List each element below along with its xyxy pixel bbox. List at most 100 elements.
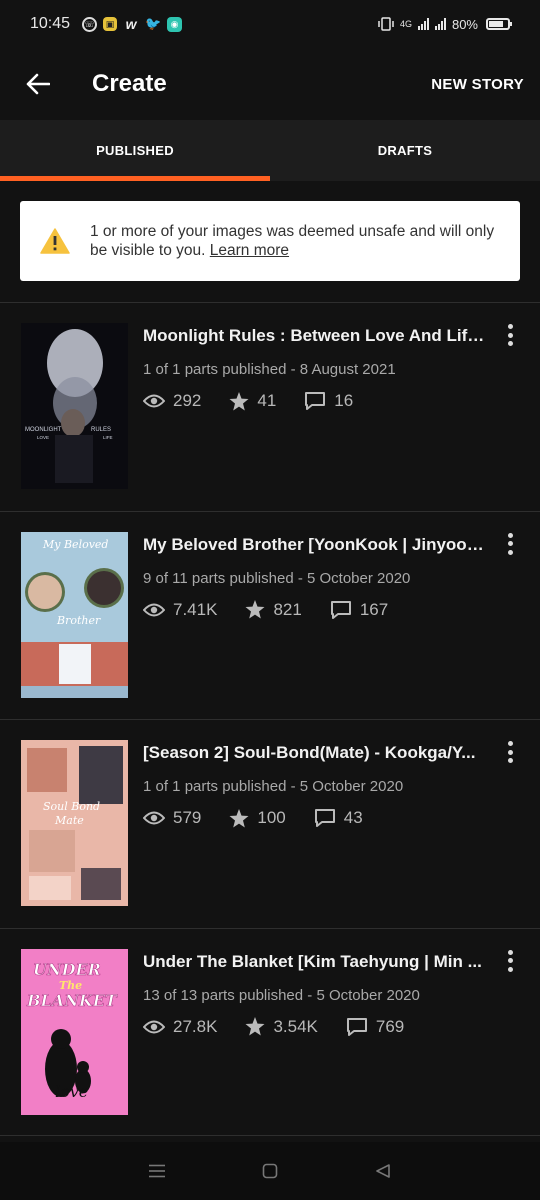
story-item[interactable]: UNDER The BLANKET love Under The Blanket… [0,927,540,1136]
story-parts-meta: 1 of 1 parts published - 5 October 2020 [143,778,404,795]
battery-percent: 80% [451,16,478,32]
story-cover[interactable]: MOONLIGHT RULES LOVE LIFE [21,323,128,489]
story-stats: 292 41 16 [143,391,381,411]
comments-stat: 769 [346,1017,404,1037]
votes-stat: 821 [245,599,302,620]
page-title: Create [92,70,167,97]
signal-icon [417,18,429,30]
signal-2-icon [434,18,446,30]
story-cover[interactable]: UNDER The BLANKET love [21,948,128,1115]
reads-count: 27.8K [173,1016,218,1036]
system-nav-bar [0,1142,540,1200]
tab-drafts[interactable]: DRAFTS [270,120,540,181]
wattpad-icon: w [125,16,137,32]
warning-triangle-icon [40,228,70,254]
comments-stat: 167 [330,600,388,620]
story-title[interactable]: [Season 2] Soul-Bond(Mate) - Kookga/Y... [143,743,490,763]
story-parts-meta: 1 of 1 parts published - 8 August 2021 [143,361,396,378]
status-left: 10:45 ☏ ▣ w 🐦 ◉ [30,15,183,33]
votes-count: 821 [273,599,302,619]
new-story-button[interactable]: NEW STORY [431,76,524,93]
cover-text-3: LOVE [37,435,49,440]
cover-text-1: MOONLIGHT [25,427,62,433]
comment-bubble-icon [305,392,326,410]
status-bar: 10:45 ☏ ▣ w 🐦 ◉ 4G 80% [0,0,540,48]
votes-count: 3.54K [273,1016,318,1036]
story-title[interactable]: Under The Blanket [Kim Taehyung | Min ..… [143,952,490,972]
reads-stat: 7.41K [143,600,217,620]
more-options-button[interactable] [502,740,518,764]
home-icon [262,1163,278,1179]
recents-button[interactable] [142,1156,172,1186]
tab-published[interactable]: PUBLISHED [0,120,270,181]
story-title[interactable]: Moonlight Rules : Between Love And Life.… [143,326,490,346]
story-parts-meta: 13 of 13 parts published - 5 October 202… [143,986,420,1004]
comments-count: 769 [375,1016,405,1036]
story-cover-image: MOONLIGHT RULES LOVE LIFE [21,323,128,489]
votes-count: 100 [257,808,286,827]
story-cover-image: Soul Bond Mate [21,740,128,906]
comments-count: 16 [334,391,354,410]
cover-text-1: My Beloved [42,538,108,551]
twitter-icon: 🐦 [144,16,162,31]
whatsapp-icon: ☏ [82,16,98,32]
story-item[interactable]: My Beloved Brother My Beloved Brother [Y… [0,510,540,720]
reads-count: 292 [173,391,202,410]
story-title[interactable]: My Beloved Brother [YoonKook | Jinyoon..… [143,535,490,555]
battery-icon [486,18,512,30]
cover-text-2: Brother [56,614,101,627]
comments-stat: 43 [314,808,363,828]
vibrate-icon [378,17,394,31]
reads-count: 7.41K [173,599,218,619]
comment-bubble-icon [346,1017,367,1036]
reads-stat: 292 [143,391,201,411]
cover-text-4: love [55,1082,88,1101]
recents-icon [148,1164,165,1178]
star-icon [245,1017,265,1036]
home-button[interactable] [255,1156,285,1186]
story-item[interactable]: Soul Bond Mate [Season 2] Soul-Bond(Mate… [0,719,540,928]
app-bar: Create NEW STORY [0,48,540,120]
back-triangle-icon [376,1164,391,1178]
warning-text: 1 or more of your images was deemed unsa… [90,222,500,260]
system-back-button[interactable] [368,1156,398,1186]
more-options-button[interactable] [502,532,518,556]
story-stats: 7.41K 821 167 [143,600,416,620]
votes-count: 41 [257,391,277,410]
story-cover-image: UNDER The BLANKET love [21,948,128,1115]
story-stats: 27.8K 3.54K 769 [143,1017,432,1037]
comment-bubble-icon [330,600,351,619]
comments-count: 167 [359,599,389,619]
votes-stat: 3.54K [245,1016,318,1037]
votes-stat: 41 [229,391,276,411]
more-options-button[interactable] [502,949,518,973]
story-item[interactable]: MOONLIGHT RULES LOVE LIFE Moonlight Rule… [0,302,540,511]
cover-text-1: UNDER [33,960,101,979]
story-cover[interactable]: Soul Bond Mate [21,740,128,906]
star-icon [229,808,249,827]
reads-stat: 579 [143,808,201,828]
reads-count: 579 [173,808,202,827]
battery-fill [489,21,504,27]
tab-bar: PUBLISHED DRAFTS [0,120,540,181]
teal-app-icon: ◉ [167,16,183,32]
cover-text-1: Soul Bond [43,800,100,813]
comments-stat: 16 [304,391,353,411]
network-type: 4G [399,19,412,29]
eye-icon [143,1020,165,1033]
story-stats: 579 100 43 [143,808,391,828]
story-cover-image: My Beloved Brother [21,531,128,698]
eye-icon [143,603,165,616]
learn-more-link[interactable]: Learn more [210,242,289,259]
cover-text-2: RULES [91,427,111,433]
eye-icon [143,394,165,408]
reads-stat: 27.8K [143,1017,217,1037]
cover-text-4: LIFE [103,435,113,440]
story-cover[interactable]: My Beloved Brother [21,531,128,698]
status-time: 10:45 [30,15,71,32]
comment-bubble-icon [314,809,335,827]
notification-app-icon: ▣ [103,17,118,31]
back-button[interactable] [24,70,52,98]
more-options-button[interactable] [502,323,518,347]
star-icon [245,600,265,619]
